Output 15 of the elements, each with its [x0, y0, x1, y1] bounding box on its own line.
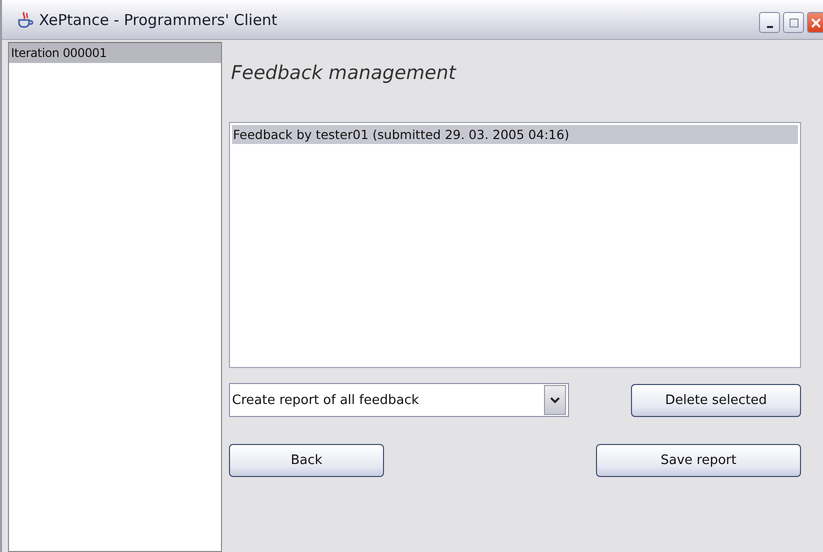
save-report-button[interactable]: Save report — [596, 444, 801, 477]
minimize-button[interactable] — [759, 12, 780, 33]
coffee-cup-icon — [16, 10, 34, 28]
close-button[interactable] — [807, 12, 823, 33]
maximize-icon — [788, 18, 798, 28]
window-title: XePtance - Programmers' Client — [39, 10, 278, 28]
report-dropdown[interactable]: Create report of all feedback — [229, 383, 569, 417]
chevron-down-icon — [550, 396, 560, 404]
page-heading: Feedback management — [230, 62, 458, 84]
back-button[interactable]: Back — [229, 444, 384, 477]
close-icon — [810, 18, 820, 28]
delete-selected-button[interactable]: Delete selected — [631, 384, 801, 416]
minimize-icon — [766, 26, 772, 28]
feedback-item[interactable]: Feedback by tester01 (submitted 29. 03. 2005 04:16) — [232, 125, 798, 144]
iteration-item[interactable]: Iteration 000001 — [9, 43, 221, 63]
